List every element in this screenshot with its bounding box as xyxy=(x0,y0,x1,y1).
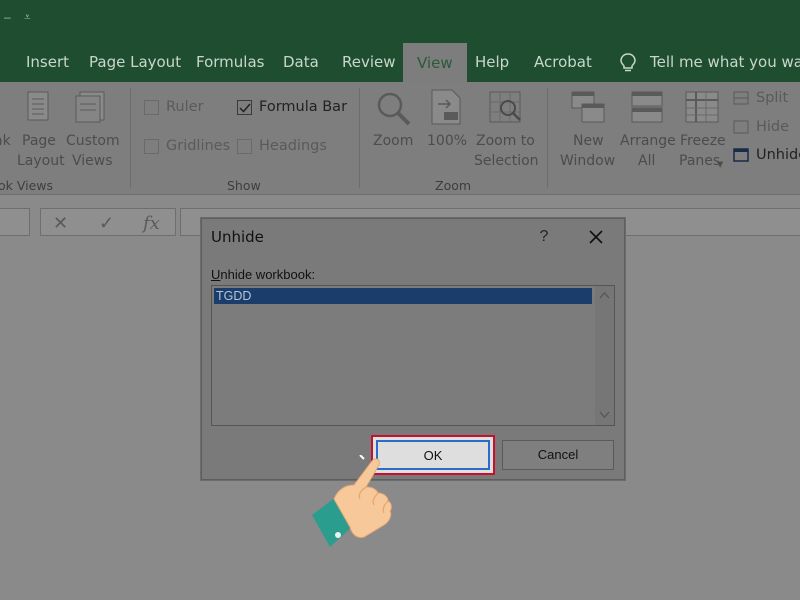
tab-acrobat[interactable]: Acrobat xyxy=(534,42,592,82)
lightbulb-icon xyxy=(620,53,636,72)
checkmark-icon xyxy=(239,103,251,113)
tab-data[interactable]: Data xyxy=(283,42,319,82)
separator xyxy=(547,88,548,188)
new-window-label-2[interactable]: Window xyxy=(560,152,615,171)
zoom-group-name: Zoom xyxy=(435,178,472,193)
enter-entry-icon[interactable]: ✓ xyxy=(99,213,114,234)
arrange-all-icon[interactable] xyxy=(630,90,664,126)
tell-me-text: Tell me what you want xyxy=(650,53,800,71)
tab-help[interactable]: Help xyxy=(475,42,509,82)
headings-label[interactable]: Headings xyxy=(259,138,327,154)
hide-icon[interactable] xyxy=(733,120,749,134)
tab-formulas[interactable]: Formulas xyxy=(196,42,264,82)
ribbon: ak Page Layout Custom Views ok Views Rul… xyxy=(0,82,800,195)
zoom-magnifier-icon[interactable] xyxy=(375,90,413,128)
formula-bar-label[interactable]: Formula Bar xyxy=(259,99,347,115)
custom-views-label-2[interactable]: Views xyxy=(72,152,113,171)
page-break-preview-label[interactable]: ak xyxy=(0,132,11,151)
custom-views-icon[interactable] xyxy=(74,90,110,124)
unhide-icon[interactable] xyxy=(733,148,749,162)
gridlines-checkbox[interactable] xyxy=(144,139,159,154)
freeze-panes-label-2[interactable]: Panes xyxy=(679,152,720,171)
title-bar: ‒ ⩡ xyxy=(0,0,800,42)
tab-page-layout[interactable]: Page Layout xyxy=(89,42,181,82)
page-layout-icon[interactable] xyxy=(26,90,52,124)
unhide-dialog: Unhide ? Unhide workbook: TGDD OK Cancel xyxy=(201,218,625,480)
arrange-all-label-2[interactable]: All xyxy=(638,152,655,171)
close-icon[interactable] xyxy=(584,225,608,249)
qat-customize-icon[interactable]: ⩡ xyxy=(24,10,31,25)
qat-overflow-icon[interactable]: ‒ xyxy=(4,10,11,24)
page-layout-label-2[interactable]: Layout xyxy=(17,152,65,171)
formula-bar-checkbox[interactable] xyxy=(237,100,252,115)
zoom-to-selection-icon[interactable] xyxy=(488,90,524,126)
workbook-list-label: Unhide workbook: xyxy=(211,267,315,282)
gridlines-label[interactable]: Gridlines xyxy=(166,138,230,154)
separator xyxy=(130,88,131,188)
new-window-icon[interactable] xyxy=(570,90,606,126)
freeze-panes-label-1[interactable]: Freeze xyxy=(680,132,726,151)
cancel-button[interactable]: Cancel xyxy=(502,440,614,470)
list-scrollbar[interactable] xyxy=(595,286,614,425)
tab-view[interactable]: View xyxy=(403,43,467,82)
headings-checkbox[interactable] xyxy=(237,139,252,154)
name-box[interactable] xyxy=(0,208,30,236)
page-layout-label-1[interactable]: Page xyxy=(22,132,56,151)
split-label[interactable]: Split xyxy=(756,90,788,106)
ruler-label[interactable]: Ruler xyxy=(166,99,204,115)
list-item[interactable]: TGDD xyxy=(214,288,592,304)
separator xyxy=(359,88,360,188)
workbook-listbox[interactable]: TGDD xyxy=(211,285,615,426)
new-window-label-1[interactable]: New xyxy=(573,132,604,151)
scroll-up-icon[interactable] xyxy=(599,290,610,301)
cancel-entry-icon[interactable]: ✕ xyxy=(53,213,68,234)
split-icon[interactable] xyxy=(733,91,749,105)
pointing-hand-icon xyxy=(312,455,392,547)
scroll-down-icon[interactable] xyxy=(599,409,610,420)
insert-function-icon[interactable]: fx xyxy=(143,213,160,234)
tab-insert[interactable]: Insert xyxy=(26,42,69,82)
freeze-panes-icon[interactable] xyxy=(684,90,720,126)
custom-views-label-1[interactable]: Custom xyxy=(66,132,120,151)
zoom-to-selection-label-2[interactable]: Selection xyxy=(474,152,539,171)
arrange-all-label-1[interactable]: Arrange xyxy=(620,132,676,151)
show-group-name: Show xyxy=(227,178,261,193)
zoom-label[interactable]: Zoom xyxy=(373,132,413,151)
unhide-label[interactable]: Unhide xyxy=(756,147,800,163)
help-button[interactable]: ? xyxy=(532,225,556,249)
hide-label[interactable]: Hide xyxy=(756,119,789,135)
tab-review[interactable]: Review xyxy=(342,42,396,82)
workbook-views-group-name: ok Views xyxy=(0,178,54,193)
ribbon-tab-bar: Insert Page Layout Formulas Data Review … xyxy=(0,42,800,82)
list-label-accelerator: U xyxy=(211,267,221,282)
zoom-to-selection-label-1[interactable]: Zoom to xyxy=(476,132,535,151)
list-label-text: nhide workbook: xyxy=(220,267,316,282)
zoom-100-label[interactable]: 100% xyxy=(427,132,467,151)
dialog-title: Unhide xyxy=(211,228,264,246)
zoom-100-icon[interactable] xyxy=(430,88,464,126)
ruler-checkbox[interactable] xyxy=(144,100,159,115)
formula-buttons: ✕ ✓ fx xyxy=(40,208,176,236)
freeze-panes-dropdown-icon[interactable]: ▾ xyxy=(717,154,723,173)
